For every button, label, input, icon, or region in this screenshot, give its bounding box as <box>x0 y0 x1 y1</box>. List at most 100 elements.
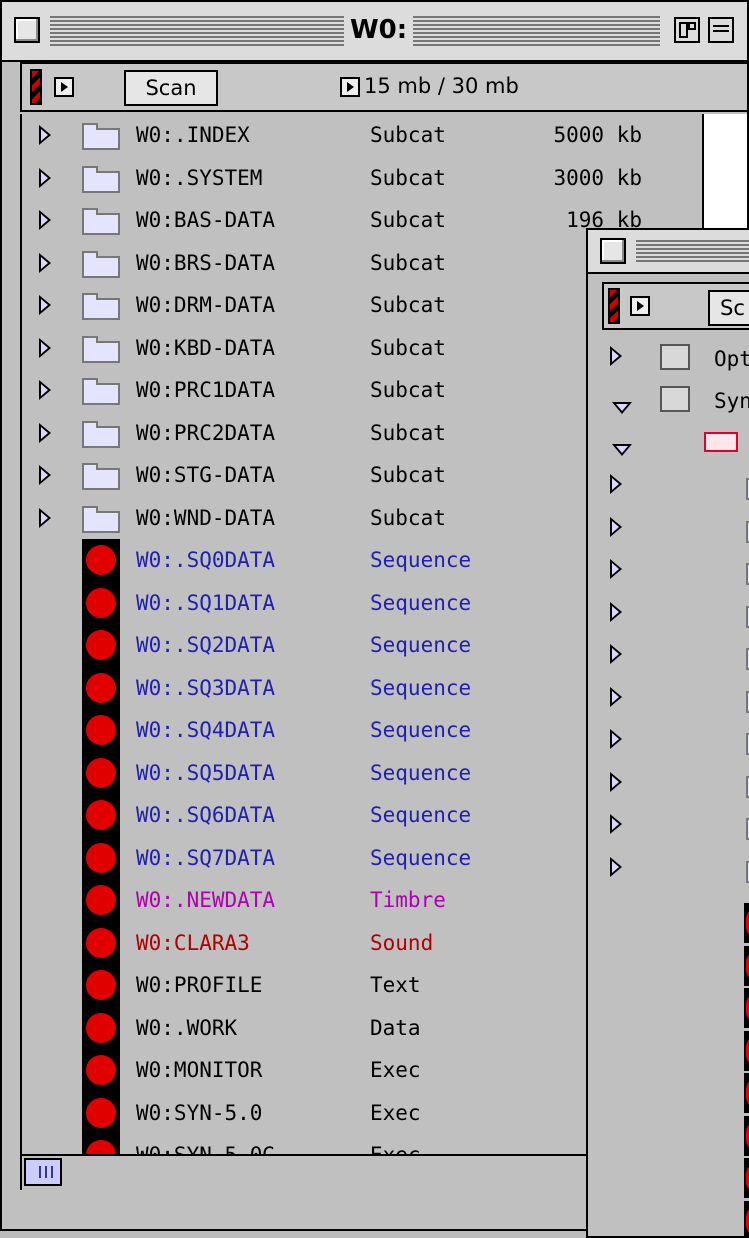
expand-arrow-icon[interactable] <box>610 857 622 877</box>
expand-arrow-icon[interactable] <box>39 210 51 230</box>
file-kind: Data <box>370 1007 421 1050</box>
file-name: W0:WND-DATA <box>136 497 275 540</box>
file-name: W0:CLARA3 <box>136 922 250 965</box>
expand-arrow-icon[interactable] <box>610 772 622 792</box>
expand-arrow-icon[interactable] <box>610 814 622 834</box>
file-kind: Subcat <box>370 242 446 285</box>
red-dot-icon <box>82 794 120 837</box>
expand-arrow-icon[interactable] <box>610 346 622 366</box>
red-dot-icon <box>744 946 749 986</box>
second-toolbar: Sc <box>602 282 749 330</box>
red-dot-icon <box>744 988 749 1028</box>
red-dot-icon <box>744 1158 749 1198</box>
file-name: W0:.SQ5DATA <box>136 752 275 795</box>
expand-arrow-icon[interactable] <box>39 508 51 528</box>
folder-icon <box>82 256 120 278</box>
file-name: W0:PRC2DATA <box>136 412 275 455</box>
second-close-box[interactable] <box>600 238 626 264</box>
file-kind: Subcat <box>370 412 446 455</box>
file-name: W0:PROFILE <box>136 964 262 1007</box>
file-kind: Subcat <box>370 157 446 200</box>
file-kind: Subcat <box>370 284 446 327</box>
expand-arrow-icon[interactable] <box>610 474 622 494</box>
red-dot-icon <box>744 1201 749 1238</box>
file-name: W0:BAS-DATA <box>136 199 275 242</box>
file-row[interactable]: W0:.SYSTEMSubcat3000 kb <box>22 157 702 200</box>
file-kind: Sequence <box>370 794 471 837</box>
memory-popup-icon[interactable] <box>340 77 360 97</box>
zoom-box[interactable] <box>674 17 700 43</box>
expand-arrow-icon[interactable] <box>39 423 51 443</box>
memory-readout: 15 mb / 30 mb <box>364 72 519 100</box>
file-kind: Subcat <box>370 199 446 242</box>
expand-arrow-icon[interactable] <box>610 517 622 537</box>
popup-menu-icon[interactable] <box>54 77 74 97</box>
collapse-arrow-icon[interactable] <box>612 444 632 456</box>
system-folder-icon <box>660 344 690 370</box>
expand-arrow-icon[interactable] <box>610 729 622 749</box>
second-item-label: Opt <box>714 344 749 374</box>
collapse-box[interactable] <box>708 17 734 43</box>
expand-arrow-icon[interactable] <box>610 644 622 664</box>
expand-arrow-icon[interactable] <box>39 465 51 485</box>
file-kind: Subcat <box>370 327 446 370</box>
file-name: W0:.SQ1DATA <box>136 582 275 625</box>
expand-arrow-icon[interactable] <box>39 253 51 273</box>
file-kind: Subcat <box>370 369 446 412</box>
file-kind: Sequence <box>370 752 471 795</box>
file-name: W0:.INDEX <box>136 114 250 157</box>
red-dot-icon <box>744 903 749 943</box>
file-kind: Subcat <box>370 454 446 497</box>
folder-icon <box>82 426 120 448</box>
lock-icon[interactable] <box>30 69 42 105</box>
file-kind: Subcat <box>370 497 446 540</box>
file-kind: Sequence <box>370 624 471 667</box>
second-lock-icon[interactable] <box>608 288 620 324</box>
file-row[interactable]: W0:.INDEXSubcat5000 kb <box>22 114 702 157</box>
folder-icon <box>82 341 120 363</box>
file-name: W0:.SQ4DATA <box>136 709 275 752</box>
red-dot-icon <box>744 1116 749 1156</box>
file-kind: Text <box>370 964 421 1007</box>
expand-arrow-icon[interactable] <box>39 295 51 315</box>
scan-button[interactable]: Scan <box>124 70 218 106</box>
folder-icon <box>82 511 120 533</box>
second-popup-icon[interactable] <box>630 296 650 316</box>
expand-arrow-icon[interactable] <box>610 602 622 622</box>
file-kind: Sound <box>370 922 433 965</box>
system-folder-icon <box>660 386 690 412</box>
folder-icon <box>82 213 120 235</box>
file-kind: Subcat <box>370 114 446 157</box>
file-name: W0:PRC1DATA <box>136 369 275 412</box>
second-title-bar[interactable] <box>588 230 749 274</box>
expand-arrow-icon[interactable] <box>39 168 51 188</box>
folder-icon <box>82 171 120 193</box>
second-scan-button[interactable]: Sc <box>708 290 749 326</box>
close-box[interactable] <box>14 17 40 43</box>
second-window: Sc Opt Syn <box>586 228 749 1238</box>
open-folder-icon <box>704 432 738 452</box>
file-name: W0:MONITOR <box>136 1049 262 1092</box>
expand-arrow-icon[interactable] <box>39 338 51 358</box>
red-dot-icon <box>82 1092 120 1135</box>
second-item-label: Syn <box>714 386 749 416</box>
red-dot-icon <box>82 624 120 667</box>
file-name: W0:.SQ6DATA <box>136 794 275 837</box>
file-kind: Exec <box>370 1092 421 1135</box>
title-bar[interactable]: W0: <box>2 2 747 62</box>
red-dot-icon <box>82 879 120 922</box>
file-name: W0:.SQ7DATA <box>136 837 275 880</box>
red-dot-icon <box>82 752 120 795</box>
expand-arrow-icon[interactable] <box>39 380 51 400</box>
red-dot-icon <box>82 582 120 625</box>
folder-icon <box>82 298 120 320</box>
red-dot-icon <box>82 709 120 752</box>
expand-arrow-icon[interactable] <box>610 687 622 707</box>
scroll-thumb[interactable] <box>24 1158 62 1186</box>
expand-arrow-icon[interactable] <box>610 559 622 579</box>
file-name: W0:SYN-5.0 <box>136 1092 262 1135</box>
collapse-arrow-icon[interactable] <box>612 402 632 414</box>
red-dot-icon <box>82 1007 120 1050</box>
file-name: W0:.SQ0DATA <box>136 539 275 582</box>
expand-arrow-icon[interactable] <box>39 125 51 145</box>
